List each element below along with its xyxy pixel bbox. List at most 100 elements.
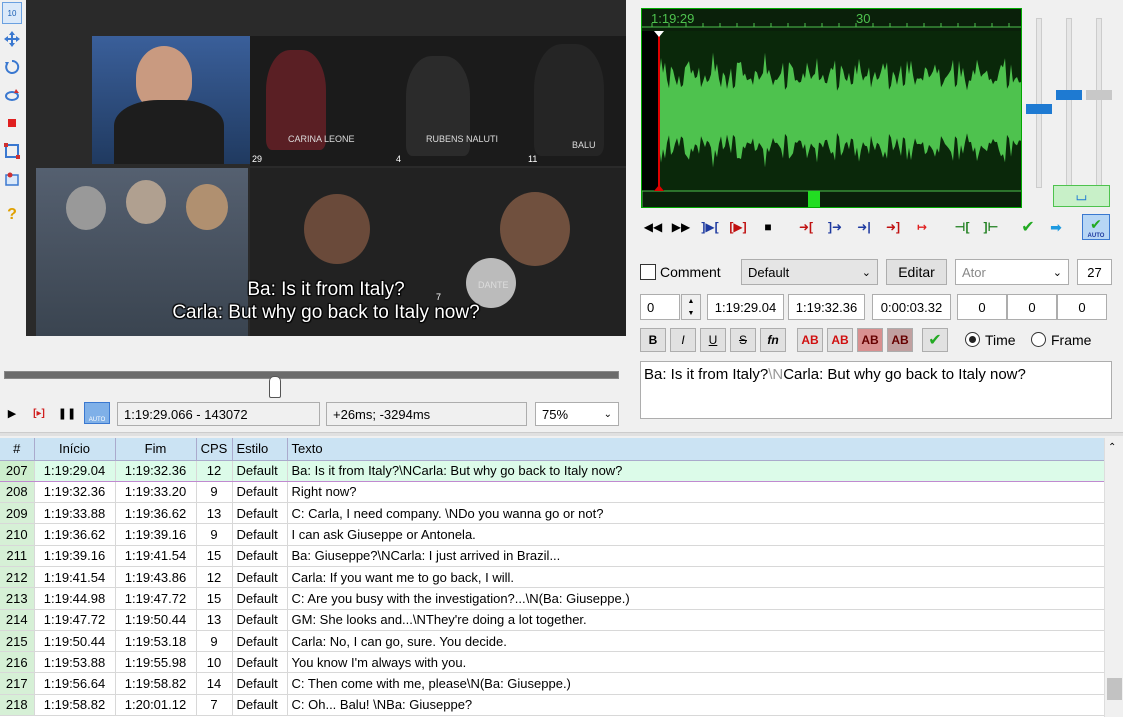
header-start[interactable]: Início: [34, 438, 116, 461]
video-time-display[interactable]: 1:19:29.066 - 143072: [117, 402, 320, 426]
video-seek-bar[interactable]: [4, 371, 619, 379]
go-to-next-icon[interactable]: ➡: [1045, 216, 1067, 238]
commit-icon[interactable]: ✔: [922, 328, 948, 352]
margin-left-field[interactable]: 0: [957, 294, 1007, 320]
spin-down-icon[interactable]: ▼: [688, 310, 695, 317]
play-before-start-icon[interactable]: ➜[: [795, 216, 817, 238]
start-time-field[interactable]: 1:19:29.04: [707, 294, 784, 320]
lead-in-icon[interactable]: ⊣[: [951, 216, 973, 238]
layer-field[interactable]: 0: [640, 294, 680, 320]
header-end[interactable]: Fim: [115, 438, 197, 461]
table-row[interactable]: 214 1:19:47.72 1:19:50.44 13 Default GM: She …: [0, 609, 1105, 631]
comment-checkbox[interactable]: [640, 264, 656, 280]
header-cps[interactable]: CPS: [196, 438, 233, 461]
duration-field[interactable]: 0:00:03.32: [872, 294, 951, 320]
margin-right-field[interactable]: 0: [1007, 294, 1057, 320]
rotate-z-icon[interactable]: [2, 56, 22, 78]
spin-up-icon[interactable]: ▲: [688, 298, 695, 305]
subtitle-position-icon[interactable]: 10: [2, 2, 22, 24]
rotate-xy-icon[interactable]: [2, 84, 22, 106]
primary-color-button[interactable]: AB: [797, 328, 823, 352]
secondary-color-button[interactable]: AB: [827, 328, 853, 352]
edit-style-button[interactable]: Editar: [886, 259, 947, 285]
time-radio[interactable]: [965, 332, 980, 347]
strikeout-button[interactable]: S: [730, 328, 756, 352]
play-icon[interactable]: ▶: [4, 404, 20, 422]
font-button[interactable]: fn: [760, 328, 786, 352]
table-row[interactable]: 210 1:19:36.62 1:19:39.16 9 Default I can ask…: [0, 523, 1105, 546]
drawing-icon[interactable]: [2, 168, 22, 190]
effect-field[interactable]: 27: [1077, 259, 1112, 285]
subtitle-grid[interactable]: # Início Fim CPS Estilo Texto 207 1:19:29…: [0, 438, 1123, 717]
chevron-up-icon[interactable]: ⌃: [1108, 442, 1116, 453]
play-to-end-icon[interactable]: ↦: [911, 216, 933, 238]
actor-select[interactable]: Ator ⌄: [955, 259, 1069, 285]
horizontal-zoom-slider[interactable]: [1036, 18, 1042, 188]
frame-radio[interactable]: [1031, 332, 1046, 347]
pause-icon[interactable]: ❚❚: [58, 404, 76, 422]
seek-thumb[interactable]: [269, 376, 281, 398]
stop-icon[interactable]: ■: [757, 216, 779, 238]
lead-out-icon[interactable]: ]⊢: [980, 216, 1002, 238]
row-text: Carla: No, I can go, sure. You decide.: [287, 630, 1105, 653]
video-display[interactable]: CARINA LEONE RUBENS NALUTI BALU 29 4 11 …: [26, 0, 626, 336]
previous-line-icon[interactable]: ◀◀: [642, 216, 664, 238]
play-current-line-icon[interactable]: [▶]: [727, 216, 749, 238]
play-after-start-icon[interactable]: ]➜: [824, 216, 846, 238]
next-line-icon[interactable]: ▶▶: [670, 216, 692, 238]
play-after-end-icon[interactable]: ➜]: [882, 216, 904, 238]
table-row[interactable]: 213 1:19:44.98 1:19:47.72 15 Default C: Are y…: [0, 587, 1105, 610]
clip-icon[interactable]: [2, 112, 22, 134]
layer-spinner[interactable]: ▲ ▼: [681, 294, 701, 320]
scale-icon[interactable]: [2, 140, 22, 162]
row-text: GM: She looks and...\NThey're doing a lo…: [287, 609, 1105, 631]
play-selection-icon[interactable]: ]▶[: [699, 216, 721, 238]
scrollbar-thumb[interactable]: [1107, 678, 1122, 700]
vertical-zoom-slider[interactable]: [1066, 18, 1072, 188]
slider-thumb[interactable]: [1026, 104, 1052, 114]
table-row[interactable]: 217 1:19:56.64 1:19:58.82 14 Default C: Then …: [0, 672, 1105, 695]
help-icon[interactable]: ?: [2, 204, 22, 226]
margin-vertical-field[interactable]: 0: [1057, 294, 1107, 320]
zoom-select[interactable]: 75% ⌄: [535, 402, 619, 426]
table-row[interactable]: 208 1:19:32.36 1:19:33.20 9 Default Right now…: [0, 481, 1105, 504]
header-number[interactable]: #: [0, 438, 35, 461]
table-row[interactable]: 216 1:19:53.88 1:19:55.98 10 Default You know…: [0, 651, 1105, 674]
audio-waveform[interactable]: 1:19:29 30: [641, 8, 1022, 208]
table-row[interactable]: 215 1:19:50.44 1:19:53.18 9 Default Carla: No…: [0, 630, 1105, 653]
outline-color-button[interactable]: AB: [857, 328, 883, 352]
underline-button[interactable]: U: [700, 328, 726, 352]
link-sliders-button[interactable]: ⌴: [1053, 185, 1110, 207]
table-row[interactable]: 209 1:19:33.88 1:19:36.62 13 Default C: Carla…: [0, 502, 1105, 525]
table-row[interactable]: 211 1:19:39.16 1:19:41.54 15 Default Ba: Gius…: [0, 545, 1105, 567]
row-style: Default: [232, 502, 288, 525]
move-icon[interactable]: [2, 28, 22, 50]
table-row[interactable]: 207 1:19:29.04 1:19:32.36 12 Default Ba: Is i…: [0, 459, 1105, 482]
header-style[interactable]: Estilo: [232, 438, 288, 461]
auto-commit-button[interactable]: ✔ AUTO: [1082, 214, 1110, 240]
volume-slider[interactable]: [1096, 18, 1102, 188]
grid-scrollbar[interactable]: ⌃: [1104, 438, 1123, 717]
audio-marker-label: 30: [856, 11, 871, 26]
italic-button[interactable]: I: [670, 328, 696, 352]
commit-icon[interactable]: ✔: [1017, 216, 1039, 238]
bold-button[interactable]: B: [640, 328, 666, 352]
end-time-field[interactable]: 1:19:32.36: [788, 294, 865, 320]
video-tools-toolbar: 10 ?: [0, 0, 24, 370]
video-offset-display[interactable]: +26ms; -3294ms: [326, 402, 527, 426]
slider-thumb[interactable]: [1086, 90, 1112, 100]
table-row[interactable]: 212 1:19:41.54 1:19:43.86 12 Default Carla: I…: [0, 566, 1105, 589]
style-select[interactable]: Default ⌄: [741, 259, 878, 285]
play-line-icon[interactable]: [▸]: [28, 404, 50, 422]
splitter[interactable]: [0, 432, 1123, 436]
subtitle-edit-box[interactable]: Ba: Is it from Italy?\NCarla: But why go…: [640, 361, 1112, 419]
row-end: 1:19:50.44: [115, 609, 197, 631]
row-start: 1:19:39.16: [34, 545, 116, 567]
shadow-color-button[interactable]: AB: [887, 328, 913, 352]
row-number: 218: [0, 694, 35, 717]
play-before-end-icon[interactable]: ➜|: [853, 216, 875, 238]
slider-thumb[interactable]: [1056, 90, 1082, 100]
table-row[interactable]: 218 1:19:58.82 1:20:01.12 7 Default C: Oh... …: [0, 694, 1105, 717]
auto-scroll-video-button[interactable]: AUTO: [84, 402, 110, 424]
header-text[interactable]: Texto: [287, 438, 1105, 461]
